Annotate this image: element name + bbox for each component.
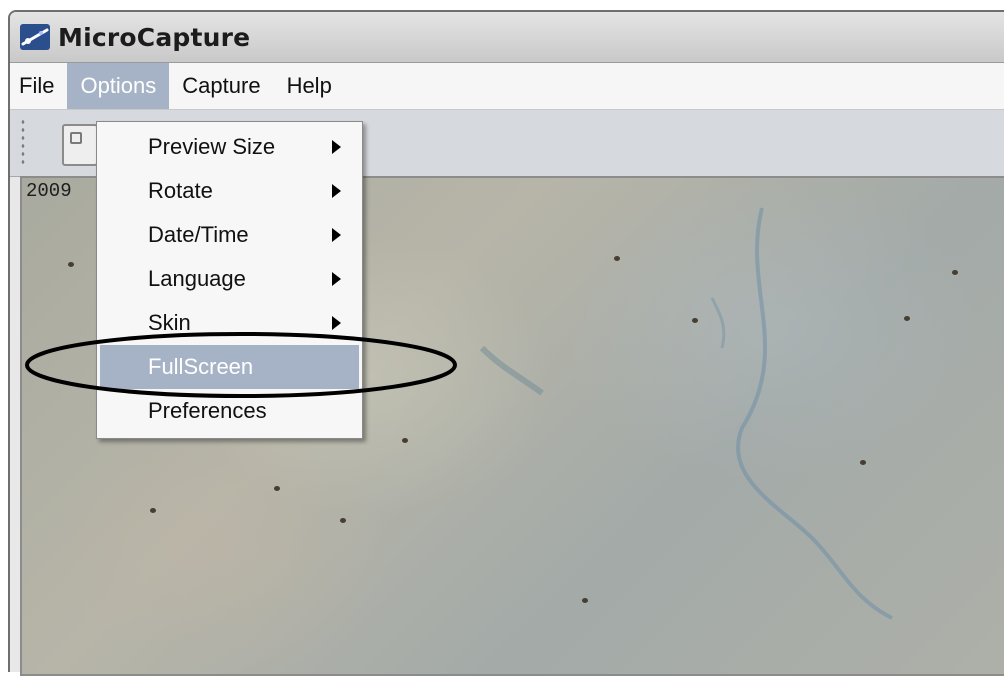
menu-bar: File Options Capture Help <box>10 63 1004 110</box>
speck <box>68 262 74 267</box>
speck <box>614 256 620 261</box>
menu-item-date-time[interactable]: Date/Time <box>100 213 359 257</box>
menu-item-label: Skin <box>148 310 191 335</box>
speck <box>904 316 910 321</box>
menu-item-preview-size[interactable]: Preview Size <box>100 125 359 169</box>
speck <box>860 460 866 465</box>
speck <box>340 518 346 523</box>
microscope-app-icon <box>20 24 50 50</box>
submenu-arrow-icon <box>332 228 341 242</box>
speck <box>150 508 156 513</box>
submenu-arrow-icon <box>332 140 341 154</box>
menu-item-fullscreen[interactable]: FullScreen <box>100 345 359 389</box>
menu-item-label: Preview Size <box>148 134 276 159</box>
menu-item-preferences[interactable]: Preferences <box>100 389 359 433</box>
speck <box>952 270 958 275</box>
speck <box>402 438 408 443</box>
menu-help[interactable]: Help <box>274 63 345 109</box>
menu-item-language[interactable]: Language <box>100 257 359 301</box>
submenu-arrow-icon <box>332 316 341 330</box>
submenu-arrow-icon <box>332 184 341 198</box>
toolbar-grip-handle[interactable] <box>20 118 26 164</box>
window-title: MicroCapture <box>58 22 251 52</box>
menu-item-skin[interactable]: Skin <box>100 301 359 345</box>
menu-item-label: Date/Time <box>148 222 249 247</box>
menu-options[interactable]: Options <box>67 63 170 109</box>
capture-icon[interactable] <box>62 124 98 166</box>
speck <box>582 598 588 603</box>
menu-file[interactable]: File <box>10 63 67 109</box>
menu-item-label: Language <box>148 266 246 291</box>
speck <box>692 318 698 323</box>
menu-capture[interactable]: Capture <box>169 63 273 109</box>
options-dropdown-menu: Preview Size Rotate Date/Time Language S… <box>96 121 363 439</box>
submenu-arrow-icon <box>332 272 341 286</box>
menu-item-label: Rotate <box>148 178 213 203</box>
menu-item-label: FullScreen <box>148 354 254 379</box>
speck <box>274 486 280 491</box>
title-bar[interactable]: MicroCapture <box>10 12 1004 63</box>
menu-item-rotate[interactable]: Rotate <box>100 169 359 213</box>
menu-item-label: Preferences <box>148 398 267 423</box>
